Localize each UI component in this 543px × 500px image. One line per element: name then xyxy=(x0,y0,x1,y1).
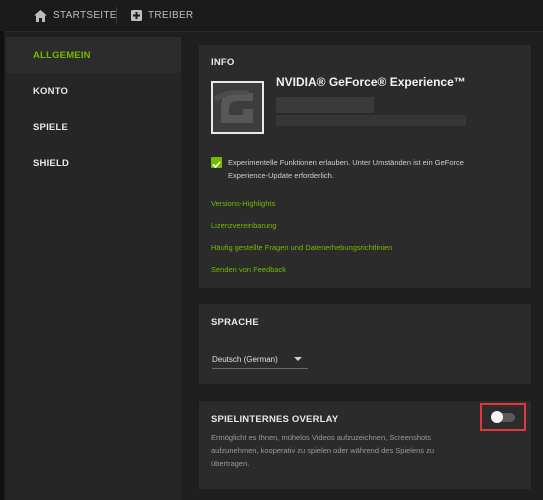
experimental-features-checkbox[interactable] xyxy=(211,157,222,169)
language-panel: SPRACHE Deutsch (German) xyxy=(199,304,531,384)
overlay-toggle-switch[interactable] xyxy=(491,411,515,423)
link-version-highlights[interactable]: Versions-Highlights xyxy=(211,199,275,208)
home-nav-button[interactable]: STARTSEITE xyxy=(34,0,117,31)
info-panel: INFO NVIDIA® GeForce® Experience™ Experi… xyxy=(199,45,531,288)
language-select[interactable]: Deutsch (German) xyxy=(212,350,308,369)
top-navigation-bar: STARTSEITE TREIBER xyxy=(0,0,543,32)
sidebar-item-spiele[interactable]: SPIELE xyxy=(6,109,181,145)
drivers-nav-button[interactable]: TREIBER xyxy=(131,0,193,31)
sidebar-item-shield[interactable]: SHIELD xyxy=(6,145,181,181)
toggle-knob xyxy=(491,411,503,423)
checkmark-icon xyxy=(212,161,221,169)
link-license-agreement[interactable]: Lizenzvereinbarung xyxy=(211,221,276,230)
sidebar-item-konto[interactable]: KONTO xyxy=(6,73,181,109)
link-send-feedback[interactable]: Senden von Feedback xyxy=(211,265,286,274)
info-panel-title: INFO xyxy=(211,57,235,68)
overlay-panel-title: SPIELINTERNES OVERLAY xyxy=(211,414,339,425)
ingame-overlay-panel: SPIELINTERNES OVERLAY Ermöglicht es Ihne… xyxy=(199,401,531,489)
sidebar-item-allgemein[interactable]: ALLGEMEIN xyxy=(6,37,181,73)
home-nav-label: STARTSEITE xyxy=(53,10,117,21)
link-faq-data-policy[interactable]: Häufig gestellte Fragen und Datenerhebun… xyxy=(211,243,392,252)
nvidia-eye-logo-icon xyxy=(213,89,253,123)
language-panel-title: SPRACHE xyxy=(211,317,259,328)
experimental-features-label: Experimentelle Funktionen erlauben. Unte… xyxy=(228,158,464,180)
drivers-nav-label: TREIBER xyxy=(148,10,194,21)
window-left-edge xyxy=(0,31,4,500)
redacted-build-text xyxy=(276,115,466,126)
redacted-version-text xyxy=(276,97,374,113)
app-name: NVIDIA® GeForce® Experience™ xyxy=(276,75,466,89)
drivers-icon xyxy=(131,10,142,21)
home-icon xyxy=(34,9,47,22)
settings-sidebar: ALLGEMEIN KONTO SPIELE SHIELD xyxy=(6,37,181,500)
geforce-experience-logo xyxy=(211,81,264,134)
nav-divider xyxy=(116,7,117,24)
language-select-value: Deutsch (German) xyxy=(212,354,278,364)
overlay-description: Ermöglicht es Ihnen, mühelos Videos aufz… xyxy=(211,433,435,468)
chevron-down-icon xyxy=(294,357,302,361)
